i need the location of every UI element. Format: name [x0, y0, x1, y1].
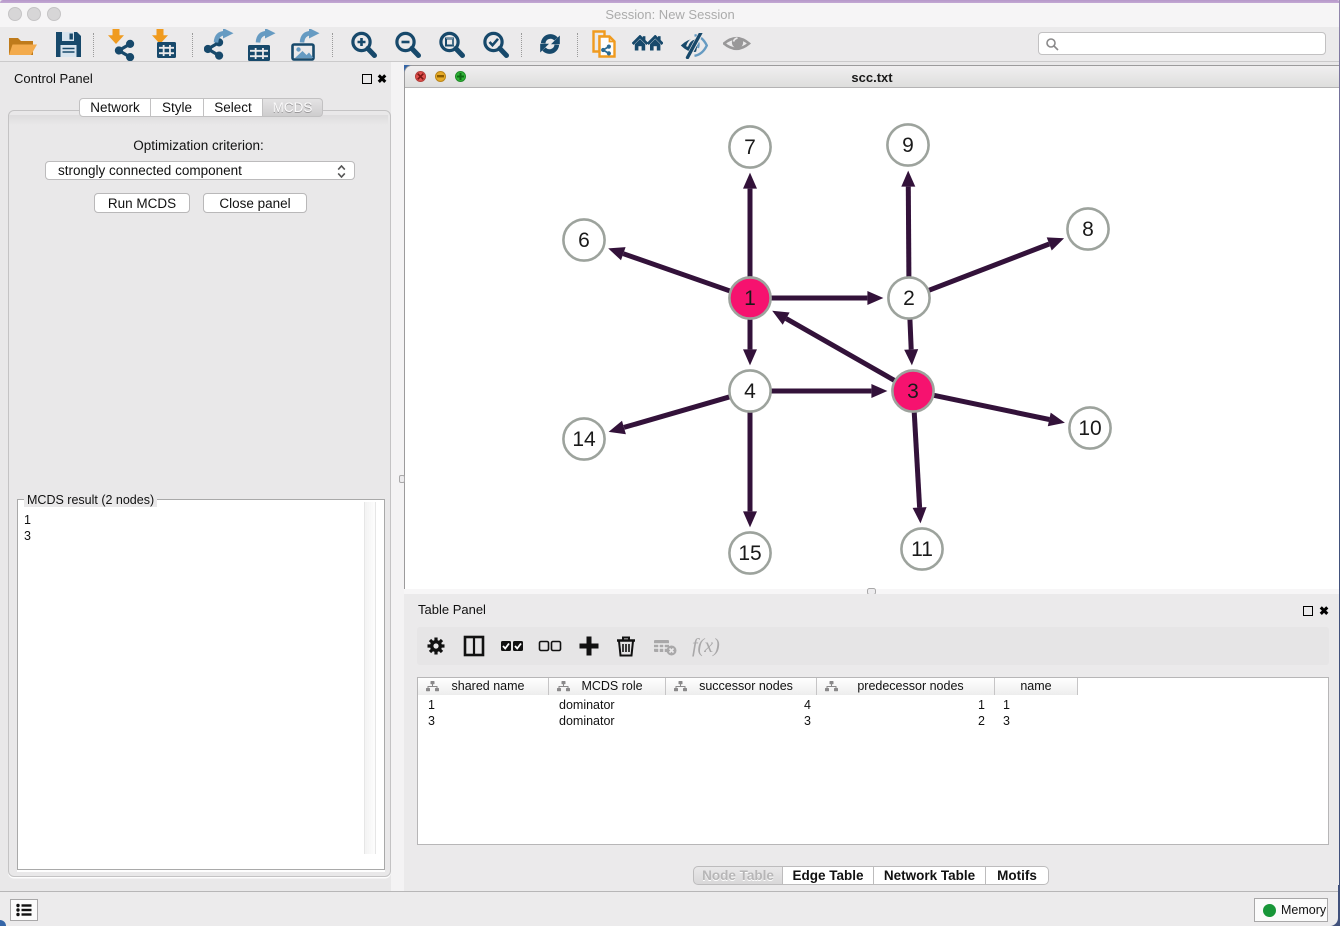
- svg-text:2: 2: [903, 287, 915, 310]
- svg-text:6: 6: [578, 229, 590, 252]
- svg-text:15: 15: [738, 542, 761, 565]
- svg-text:8: 8: [1082, 218, 1094, 241]
- svg-text:9: 9: [902, 134, 914, 157]
- svg-text:4: 4: [744, 380, 756, 403]
- svg-text:1: 1: [744, 287, 756, 310]
- svg-text:14: 14: [572, 428, 596, 451]
- svg-text:10: 10: [1078, 417, 1101, 440]
- svg-text:11: 11: [911, 538, 933, 561]
- svg-text:7: 7: [744, 136, 756, 159]
- svg-text:3: 3: [907, 380, 919, 403]
